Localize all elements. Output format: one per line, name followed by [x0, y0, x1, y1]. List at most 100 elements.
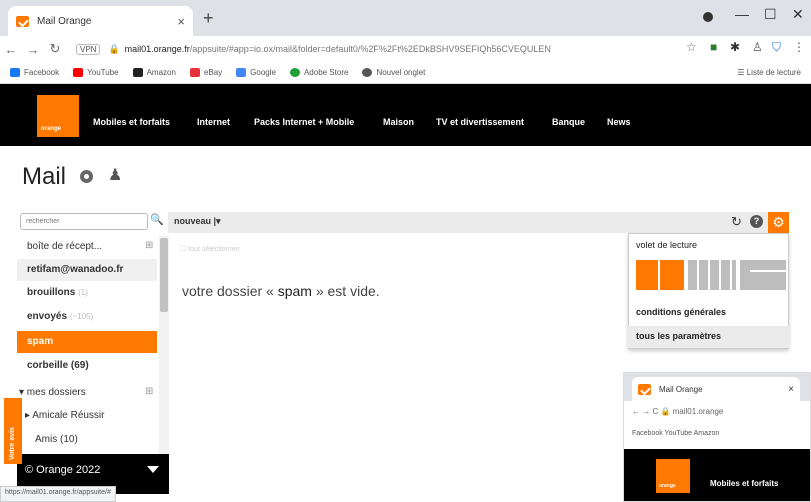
folder-drafts[interactable]: brouillons (1)	[17, 282, 157, 304]
help-icon[interactable]: ?	[750, 215, 763, 228]
footer-chevron-down-icon[interactable]	[147, 466, 159, 473]
bookmark-amazon[interactable]: Amazon	[132, 68, 176, 77]
back-arrow-icon[interactable]: ←	[0, 42, 22, 57]
nav-packs[interactable]: Packs Internet + Mobile	[254, 117, 354, 127]
reading-list-button[interactable]: ☰ Liste de lecture	[737, 68, 801, 77]
close-window-button[interactable]: ✕	[792, 6, 804, 23]
inset-favicon-icon	[638, 383, 651, 395]
layout-horizontal-option[interactable]	[740, 260, 786, 290]
bookmark-new-tab[interactable]: Nouvel onglet	[362, 68, 425, 77]
folder-label: brouillons	[27, 287, 76, 298]
facebook-icon	[10, 68, 20, 77]
bookmark-facebook[interactable]: Facebook	[10, 68, 59, 77]
nav-mobiles-forfaits[interactable]: Mobiles et forfaits	[93, 117, 170, 127]
search-icon[interactable]: 🔍	[150, 213, 164, 226]
feedback-tab[interactable]: Votre avis	[4, 398, 22, 464]
terms-link[interactable]: conditions générales	[628, 302, 789, 324]
bookmark-label: Nouvel onglet	[376, 68, 426, 77]
folder-label: boîte de récept...	[27, 241, 103, 252]
adobe-store-icon	[289, 68, 300, 77]
apps-circle-icon[interactable]	[80, 170, 93, 183]
inset-address: ← → C 🔒 mail01.orange	[632, 407, 724, 416]
nav-tv[interactable]: TV et divertissement	[436, 117, 524, 127]
folder-amis[interactable]: Amis (10)	[17, 429, 157, 451]
select-all-checkbox[interactable]: ☐ tout sélectionner	[180, 245, 240, 253]
refresh-icon[interactable]: ↻	[731, 214, 742, 230]
inset-tab: Mail Orange ×	[632, 377, 800, 401]
puzzle-extensions-icon[interactable]: ✱	[730, 40, 740, 54]
empty-suffix: » est vide.	[311, 283, 380, 299]
select-all-label: tout sélectionner	[188, 246, 240, 253]
browser-menu-icon[interactable]: ⋮	[793, 40, 805, 54]
folder-trash[interactable]: corbeille (69)	[17, 355, 157, 377]
minimize-button[interactable]: —	[735, 6, 749, 22]
nav-banque[interactable]: Banque	[552, 117, 585, 127]
bookmark-label: Amazon	[146, 68, 176, 77]
nav-news[interactable]: News	[607, 117, 631, 127]
bookmark-label: Facebook	[24, 68, 60, 77]
add-folder-icon[interactable]: ⊞	[145, 240, 153, 251]
contacts-icon[interactable]: ♟	[108, 165, 122, 185]
bookmark-star-icon[interactable]: ☆	[686, 40, 697, 54]
all-settings-link[interactable]: tous les paramètres	[628, 326, 789, 348]
bookmark-youtube[interactable]: YouTube	[73, 68, 119, 77]
new-message-button[interactable]: nouveau |▾	[174, 216, 221, 227]
maximize-button[interactable]: ☐	[764, 6, 777, 23]
add-subfolder-icon[interactable]: ⊞	[145, 386, 153, 397]
inset-logo-text: orange	[659, 483, 676, 489]
bookmark-label: Adobe Store	[303, 68, 349, 77]
mail-toolbar	[168, 212, 789, 233]
folder-label: retifam@wanadoo.fr	[27, 264, 124, 275]
search-input[interactable]	[20, 213, 148, 230]
browser-tab[interactable]: Mail Orange ×	[8, 6, 193, 36]
sidebar-scroll-thumb[interactable]	[160, 238, 168, 312]
folder-spam[interactable]: spam	[17, 331, 157, 353]
folder-label: ▾ mes dossiers	[19, 387, 86, 398]
folder-label: spam	[27, 336, 54, 347]
bookmarks-bar: Facebook YouTube Amazon eBay Google Adob…	[0, 62, 811, 84]
bookmark-google[interactable]: Google	[236, 68, 276, 77]
tab-close-icon[interactable]: ×	[177, 14, 185, 29]
bookmark-label: YouTube	[87, 68, 119, 77]
forward-arrow-icon[interactable]: →	[22, 42, 44, 57]
tab-title: Mail Orange	[37, 15, 92, 27]
orange-logo[interactable]: orange	[37, 95, 79, 137]
folder-my-folders[interactable]: ▾ mes dossiers	[17, 382, 157, 404]
bookmark-adobe-store[interactable]: Adobe Store	[289, 68, 349, 77]
reading-list-label: Liste de lecture	[746, 68, 801, 77]
reload-icon[interactable]: ↻	[44, 41, 66, 57]
inset-close-icon: ×	[788, 383, 794, 395]
folder-count: (~105)	[69, 312, 94, 321]
folder-inbox[interactable]: boîte de récept...	[17, 236, 157, 258]
feedback-label: Votre avis	[9, 427, 16, 460]
inset-url: mail01.orange	[672, 407, 724, 416]
folder-amicale[interactable]: ▸ Amicale Réussir	[17, 405, 157, 427]
layout-list-option[interactable]	[688, 260, 736, 290]
folder-sent[interactable]: envoyés (~105)	[17, 306, 157, 328]
logo-text: orange	[41, 126, 62, 132]
nav-maison[interactable]: Maison	[383, 117, 414, 127]
new-tab-button[interactable]: +	[203, 8, 214, 29]
inset-bookmarks: Facebook YouTube Amazon	[632, 430, 720, 437]
folder-label: Amis (10)	[35, 434, 78, 445]
vpn-badge[interactable]: VPN	[76, 43, 101, 55]
bookmark-ebay[interactable]: eBay	[189, 68, 223, 77]
profile-icon[interactable]: ♙	[752, 40, 763, 54]
orange-top-nav	[0, 84, 811, 146]
extension-icon[interactable]: ■	[710, 40, 717, 54]
folder-account[interactable]: retifam@wanadoo.fr	[17, 259, 157, 281]
google-icon	[236, 68, 247, 77]
url-bar[interactable]: VPN 🔒 mail01.orange.fr /appsuite/#app=io…	[76, 39, 676, 59]
empty-prefix: votre dossier «	[182, 283, 278, 299]
ebay-icon	[189, 68, 200, 77]
shield-extension-icon[interactable]: ⛉	[772, 40, 781, 55]
nav-internet[interactable]: Internet	[197, 117, 230, 127]
inset-nav: orange Mobiles et forfaits	[624, 449, 810, 501]
amazon-icon	[132, 68, 143, 77]
folder-count: (1)	[78, 288, 88, 297]
bookmark-label: eBay	[203, 68, 223, 77]
settings-gear-icon[interactable]: ⚙	[768, 212, 789, 233]
lock-icon[interactable]: 🔒	[108, 44, 119, 55]
layout-vertical-option[interactable]	[636, 260, 684, 290]
folder-label: ▸ Amicale Réussir	[25, 410, 105, 421]
